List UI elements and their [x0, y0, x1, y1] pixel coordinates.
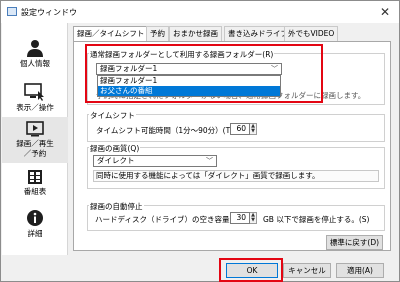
record-play-icon — [26, 121, 44, 137]
tab-recording-timeshift[interactable]: 録画／タイムシフト — [73, 26, 149, 42]
stepper-down-icon: ▼ — [251, 217, 255, 223]
sidebar-item-guide[interactable]: 番組表 — [2, 169, 68, 197]
timeshift-group-title: タイムシフト — [89, 110, 136, 121]
tab-reservation[interactable]: 予約 — [146, 26, 169, 41]
free-space-input[interactable]: 30 — [230, 212, 250, 224]
settings-window: 設定ウィンドウ ✕ 個人情報 表示／操作 録画／再生 ／予約 番組表 詳細 録画… — [0, 0, 400, 282]
sidebar-item-personal[interactable]: 個人情報 — [2, 39, 68, 69]
tab-outside-video[interactable]: 外でもVIDEO — [284, 26, 339, 41]
sidebar-item-label: 詳細 — [27, 229, 43, 238]
display-icon — [24, 83, 44, 101]
quality-description: 同時に使用する機能によっては「ダイレクト」画質で録画します。 — [93, 170, 379, 182]
sidebar-item-label: 表示／操作 — [16, 103, 54, 112]
program-guide-icon — [28, 170, 42, 184]
apply-button[interactable]: 適用(A) — [336, 263, 384, 278]
quality-group-title: 録画の画質(Q) — [89, 143, 141, 154]
autostop-suffix: GB 以下で録画を停止する。(S) — [263, 215, 370, 224]
info-icon — [27, 210, 43, 226]
sidebar-item-details[interactable]: 詳細 — [2, 209, 68, 239]
stepper-down-icon: ▼ — [251, 128, 255, 134]
chevron-down-icon: ﹀ — [206, 157, 213, 165]
autostop-label: ハードディスク（ドライブ）の空き容量が — [95, 215, 237, 224]
timeshift-minutes-input[interactable]: 60 — [230, 123, 250, 135]
sidebar: 個人情報 表示／操作 録画／再生 ／予約 番組表 詳細 — [2, 23, 68, 255]
free-space-stepper[interactable]: ▲ ▼ — [250, 212, 257, 224]
person-icon — [27, 40, 43, 57]
autostop-group-title: 録画の自動停止 — [89, 201, 144, 212]
app-icon — [7, 7, 17, 16]
folder-highlight-box — [85, 44, 323, 103]
quality-select[interactable]: ダイレクト ﹀ — [93, 155, 217, 167]
window-title: 設定ウィンドウ — [21, 8, 77, 17]
sidebar-item-display[interactable]: 表示／操作 — [2, 83, 68, 113]
ok-highlight-box — [219, 258, 283, 282]
close-icon[interactable]: ✕ — [377, 4, 393, 20]
sidebar-item-label: 番組表 — [23, 187, 47, 196]
restore-defaults-button[interactable]: 標準に戻す(D) — [326, 235, 383, 250]
timeshift-stepper[interactable]: ▲ ▼ — [250, 123, 257, 135]
sidebar-item-recording[interactable]: 録画／再生 ／予約 — [2, 117, 68, 163]
timeshift-label: タイムシフト可能時間（1分～90分）(T) — [96, 126, 234, 135]
sidebar-item-label: 録画／再生 ／予約 — [16, 139, 54, 158]
tab-auto-recording[interactable]: おまかせ録画 — [169, 26, 222, 41]
tab-write-drive[interactable]: 書き込みドライブ — [224, 26, 292, 41]
title-bar: 設定ウィンドウ ✕ — [1, 1, 399, 23]
cancel-button[interactable]: キャンセル — [283, 263, 331, 278]
sidebar-item-label: 個人情報 — [20, 59, 50, 68]
quality-select-value: ダイレクト — [97, 156, 135, 165]
